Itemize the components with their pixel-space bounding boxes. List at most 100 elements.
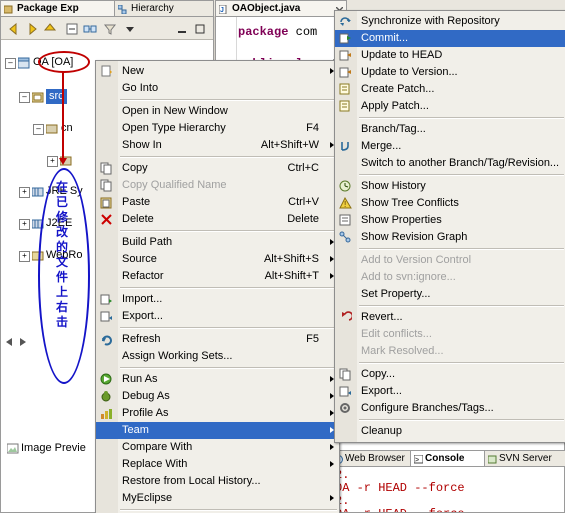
menu-item[interactable]: Export...	[96, 308, 339, 325]
menu-item-label: Assign Working Sets...	[122, 350, 233, 362]
menu-separator	[359, 419, 564, 421]
code-line-1: package com	[238, 25, 317, 39]
menu-item[interactable]: Cleanup	[335, 423, 565, 440]
menu-item[interactable]: Restore from Local History...	[96, 473, 339, 490]
chevron-right-icon	[330, 495, 334, 501]
annotation-char: 右	[55, 300, 68, 314]
menu-item: Add to Version Control	[335, 252, 565, 269]
menu-item[interactable]: Configure Branches/Tags...	[335, 400, 565, 417]
menu-item[interactable]: Copy Ctrl+C	[96, 160, 339, 177]
revert-icon	[339, 311, 354, 324]
menu-item[interactable]: Switch to another Branch/Tag/Revision...	[335, 155, 565, 172]
menu-item[interactable]: ! Show Tree Conflicts	[335, 195, 565, 212]
menu-item[interactable]: Update to HEAD	[335, 47, 565, 64]
menu-item[interactable]: Show Revision Graph	[335, 229, 565, 246]
expand-toggle[interactable]: +	[47, 156, 58, 167]
view-menu-button[interactable]	[121, 20, 139, 38]
collapse-all-button[interactable]	[63, 20, 81, 38]
menu-item[interactable]: Team	[96, 422, 339, 439]
menu-item[interactable]: Delete Delete	[96, 211, 339, 228]
menu-item[interactable]: Show In Alt+Shift+W	[96, 137, 339, 154]
menu-item[interactable]: Compare With	[96, 439, 339, 456]
link-with-editor-button[interactable]	[81, 20, 99, 38]
menu-item[interactable]: Go Into	[96, 80, 339, 97]
expand-toggle[interactable]: –	[19, 92, 30, 103]
menu-item[interactable]: Run As	[96, 371, 339, 388]
menu-accelerator: Ctrl+V	[288, 196, 319, 208]
menu-item[interactable]: Import...	[96, 291, 339, 308]
menu-item[interactable]: Copy...	[335, 366, 565, 383]
menu-item[interactable]: Show Properties	[335, 212, 565, 229]
tree-scroll-left-icon[interactable]	[5, 337, 15, 350]
menu-item-label: Delete	[122, 213, 154, 225]
tab-svn-server[interactable]: SVN Server	[484, 450, 565, 467]
menu-item[interactable]: Assign Working Sets...	[96, 348, 339, 365]
update-icon	[339, 49, 352, 62]
tab-oaobject-java[interactable]: J OAObject.java	[215, 0, 347, 16]
up-button[interactable]	[41, 20, 59, 38]
back-button[interactable]	[5, 20, 23, 38]
menu-item[interactable]: Set Property...	[335, 286, 565, 303]
menu-item-label: Mark Resolved...	[361, 345, 444, 357]
menu-separator	[120, 99, 337, 101]
code-text: com	[288, 25, 318, 39]
menu-item[interactable]: Open in New Window	[96, 103, 339, 120]
menu-item-label: Show Tree Conflicts	[361, 197, 459, 209]
refresh-icon	[100, 333, 113, 346]
team-submenu[interactable]: Synchronize with Repository Commit... Upda…	[334, 10, 565, 443]
menu-item-label: Update to Version...	[361, 66, 458, 78]
console-line: OA -r HEAD --force	[335, 481, 465, 495]
menu-item[interactable]: Merge...	[335, 138, 565, 155]
menu-item-label: Import...	[122, 293, 163, 305]
expand-toggle[interactable]: +	[19, 251, 30, 262]
package-icon	[3, 4, 13, 14]
svg-text:>: >	[415, 457, 419, 464]
console-output[interactable]: 2. OA -r HEAD --force 2. OA -r HEAD --fo…	[330, 466, 565, 513]
expand-toggle[interactable]: –	[33, 124, 44, 135]
minimize-button[interactable]	[173, 20, 191, 38]
menu-item[interactable]: Refactor Alt+Shift+T	[96, 268, 339, 285]
tab-hierarchy[interactable]: Hierarchy	[114, 0, 214, 16]
menu-item[interactable]: Profile As	[96, 405, 339, 422]
menu-item[interactable]: Update to Version...	[335, 64, 565, 81]
menu-item-label: Add to svn:ignore...	[361, 271, 456, 283]
menu-item-label: Cleanup	[361, 425, 402, 437]
expand-toggle[interactable]: +	[19, 187, 30, 198]
menu-separator	[359, 248, 564, 250]
menu-item[interactable]: Build Path	[96, 234, 339, 251]
menu-item[interactable]: Show History	[335, 178, 565, 195]
menu-item[interactable]: Open Type Hierarchy F4	[96, 120, 339, 137]
menu-item[interactable]: Commit...	[335, 30, 565, 47]
menu-item[interactable]: Paste Ctrl+V	[96, 194, 339, 211]
menu-item[interactable]: Branch/Tag...	[335, 121, 565, 138]
menu-item: Mark Resolved...	[335, 343, 565, 360]
filters-button[interactable]	[101, 20, 119, 38]
menu-item[interactable]: Replace With	[96, 456, 339, 473]
context-menu[interactable]: New Go Into Open in New Window Open Type Hi…	[95, 60, 340, 513]
menu-item[interactable]: Refresh F5	[96, 331, 339, 348]
menu-item[interactable]: Export...	[335, 383, 565, 400]
menu-item[interactable]: Source Alt+Shift+S	[96, 251, 339, 268]
properties-icon	[339, 214, 352, 227]
menu-item-label: Compare With	[122, 441, 193, 453]
menu-item[interactable]: Create Patch...	[335, 81, 565, 98]
menu-item-label: Copy	[122, 162, 148, 174]
expand-toggle[interactable]: –	[5, 58, 16, 69]
menu-separator	[120, 287, 337, 289]
library-icon	[31, 186, 44, 198]
copy-icon	[100, 179, 113, 192]
maximize-button[interactable]	[191, 20, 209, 38]
code-keyword: package	[238, 25, 289, 39]
menu-item[interactable]: MyEclipse	[96, 490, 339, 507]
menu-accelerator: Ctrl+C	[287, 162, 319, 174]
expand-toggle[interactable]: +	[19, 219, 30, 230]
tree-scroll-right-icon[interactable]	[17, 337, 27, 350]
forward-button[interactable]	[23, 20, 41, 38]
menu-item[interactable]: Revert...	[335, 309, 565, 326]
menu-accelerator: Alt+Shift+W	[260, 139, 319, 151]
menu-item-label: Show Revision Graph	[361, 231, 468, 243]
menu-item[interactable]: Debug As	[96, 388, 339, 405]
menu-item[interactable]: Apply Patch...	[335, 98, 565, 115]
menu-item[interactable]: Synchronize with Repository	[335, 13, 565, 30]
menu-item[interactable]: New	[96, 63, 339, 80]
